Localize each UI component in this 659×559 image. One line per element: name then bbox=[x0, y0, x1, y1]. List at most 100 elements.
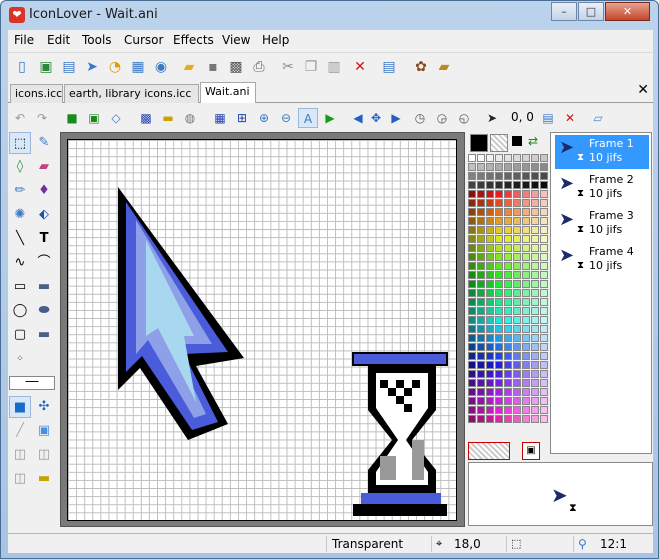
palette-swatch[interactable] bbox=[522, 235, 530, 243]
palette-swatch[interactable] bbox=[531, 154, 539, 162]
canvas-area[interactable] bbox=[60, 132, 465, 527]
palette-swatch[interactable] bbox=[495, 379, 503, 387]
palette-swatch[interactable] bbox=[486, 289, 494, 297]
palette-swatch[interactable] bbox=[522, 226, 530, 234]
delete-frame-icon[interactable]: ✕ bbox=[560, 108, 580, 128]
palette-swatch[interactable] bbox=[522, 163, 530, 171]
palette-swatch[interactable] bbox=[513, 190, 521, 198]
palette-swatch[interactable] bbox=[504, 307, 512, 315]
palette-swatch[interactable] bbox=[495, 316, 503, 324]
palette-swatch[interactable] bbox=[468, 406, 476, 414]
move-right-icon[interactable]: ▶ bbox=[386, 108, 406, 128]
palette-swatch[interactable] bbox=[468, 370, 476, 378]
palette-swatch[interactable] bbox=[486, 235, 494, 243]
palette-swatch[interactable] bbox=[522, 343, 530, 351]
palette-swatch[interactable] bbox=[486, 397, 494, 405]
palette-swatch[interactable] bbox=[522, 334, 530, 342]
palette-swatch[interactable] bbox=[513, 199, 521, 207]
palette-swatch[interactable] bbox=[468, 289, 476, 297]
grid-icon[interactable]: ▦ bbox=[210, 108, 230, 128]
palette-swatch[interactable] bbox=[522, 307, 530, 315]
frame-item[interactable]: ➤ ⧗ Frame 4 10 jifs bbox=[555, 243, 649, 277]
palette-swatch[interactable] bbox=[486, 226, 494, 234]
palette-swatch[interactable] bbox=[504, 388, 512, 396]
undo-icon[interactable]: ↶ bbox=[10, 108, 30, 128]
palette-swatch[interactable] bbox=[477, 406, 485, 414]
palette-swatch[interactable] bbox=[513, 397, 521, 405]
minimize-button[interactable]: – bbox=[551, 2, 577, 21]
palette-swatch[interactable] bbox=[522, 244, 530, 252]
palette-swatch[interactable] bbox=[531, 298, 539, 306]
palette-swatch[interactable] bbox=[513, 334, 521, 342]
palette-swatch[interactable] bbox=[513, 388, 521, 396]
palette-swatch[interactable] bbox=[504, 406, 512, 414]
palette-swatch[interactable] bbox=[531, 379, 539, 387]
palette-swatch[interactable] bbox=[486, 352, 494, 360]
eraser-tool-icon[interactable]: ▰ bbox=[33, 156, 55, 178]
palette-swatch[interactable] bbox=[477, 163, 485, 171]
palette-swatch[interactable] bbox=[540, 325, 548, 333]
palette-swatch[interactable] bbox=[513, 262, 521, 270]
palette-swatch[interactable] bbox=[540, 379, 548, 387]
palette-swatch[interactable] bbox=[504, 397, 512, 405]
palette-swatch[interactable] bbox=[504, 262, 512, 270]
palette-swatch[interactable] bbox=[468, 361, 476, 369]
palette-swatch[interactable] bbox=[522, 262, 530, 270]
palette-swatch[interactable] bbox=[486, 406, 494, 414]
palette-swatch[interactable] bbox=[486, 262, 494, 270]
palette-swatch[interactable] bbox=[468, 388, 476, 396]
palette-swatch[interactable] bbox=[540, 307, 548, 315]
palette-swatch[interactable] bbox=[486, 415, 494, 423]
palette-swatch[interactable] bbox=[504, 253, 512, 261]
frame-item[interactable]: ➤ ⧗ Frame 3 10 jifs bbox=[555, 207, 649, 241]
secondary-color-swatch[interactable] bbox=[490, 134, 508, 152]
maximize-button[interactable]: □ bbox=[578, 2, 604, 21]
move-left-icon[interactable]: ◀ bbox=[348, 108, 368, 128]
palette-swatch[interactable] bbox=[468, 271, 476, 279]
palette-swatch[interactable] bbox=[504, 181, 512, 189]
inverted-color-swatch[interactable]: ▣ bbox=[522, 442, 540, 460]
palette-swatch[interactable] bbox=[504, 298, 512, 306]
palette-swatch[interactable] bbox=[504, 361, 512, 369]
palette-swatch[interactable] bbox=[531, 226, 539, 234]
palette-swatch[interactable] bbox=[522, 370, 530, 378]
palette-swatch[interactable] bbox=[540, 208, 548, 216]
palette-swatch[interactable] bbox=[513, 406, 521, 414]
paste-icon[interactable]: ▥ bbox=[323, 56, 345, 78]
text-tool-icon[interactable]: T bbox=[33, 228, 55, 250]
palette-swatch[interactable] bbox=[531, 325, 539, 333]
scan-icon[interactable]: ◉ bbox=[150, 56, 172, 78]
palette-swatch[interactable] bbox=[513, 235, 521, 243]
palette-swatch[interactable] bbox=[486, 181, 494, 189]
palette-swatch[interactable] bbox=[477, 280, 485, 288]
palette-swatch[interactable] bbox=[468, 172, 476, 180]
palette-swatch[interactable] bbox=[522, 289, 530, 297]
palette-swatch[interactable] bbox=[468, 343, 476, 351]
mask-icon[interactable]: ◍ bbox=[180, 108, 200, 128]
palette-swatch[interactable] bbox=[495, 271, 503, 279]
palette-swatch[interactable] bbox=[540, 352, 548, 360]
lasso-icon[interactable]: ◊ bbox=[9, 156, 31, 178]
palette-swatch[interactable] bbox=[495, 163, 503, 171]
palette-swatch[interactable] bbox=[522, 388, 530, 396]
palette-swatch[interactable] bbox=[522, 280, 530, 288]
new-animated-cursor-icon[interactable]: ◔ bbox=[104, 56, 126, 78]
new-library-icon[interactable]: ▤ bbox=[58, 56, 80, 78]
palette-swatch[interactable] bbox=[477, 298, 485, 306]
palette-swatch[interactable] bbox=[486, 370, 494, 378]
palette-swatch[interactable] bbox=[495, 388, 503, 396]
palette-swatch[interactable] bbox=[486, 154, 494, 162]
menu-tools[interactable]: Tools bbox=[82, 33, 112, 47]
palette-swatch[interactable] bbox=[522, 217, 530, 225]
palette-swatch[interactable] bbox=[486, 163, 494, 171]
palette-swatch[interactable] bbox=[477, 325, 485, 333]
palette-swatch[interactable] bbox=[495, 199, 503, 207]
close-button[interactable]: ✕ bbox=[605, 2, 650, 21]
palette-swatch[interactable] bbox=[477, 397, 485, 405]
palette-swatch[interactable] bbox=[540, 244, 548, 252]
palette-swatch[interactable] bbox=[477, 415, 485, 423]
palette-swatch[interactable] bbox=[531, 262, 539, 270]
delete-icon[interactable]: ✕ bbox=[349, 56, 371, 78]
palette-swatch[interactable] bbox=[495, 244, 503, 252]
close-tab-icon[interactable]: ✕ bbox=[637, 82, 649, 98]
